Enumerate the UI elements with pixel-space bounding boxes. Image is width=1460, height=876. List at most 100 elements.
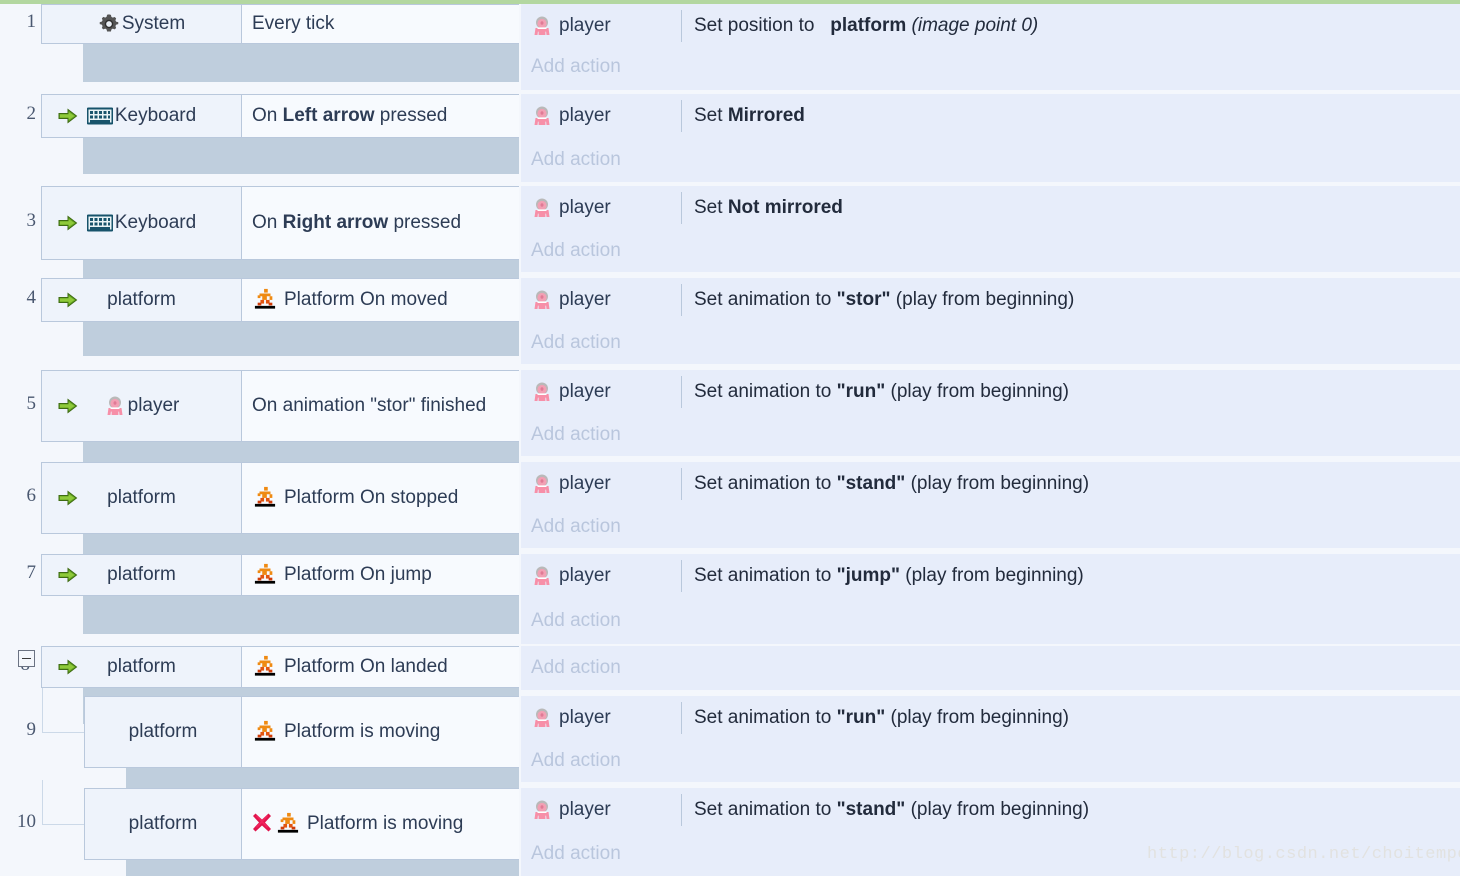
event-action-block[interactable]: player Set animation to "run" (play from…: [521, 696, 1460, 740]
condition-object-label: platform: [128, 813, 198, 834]
event-condition-block[interactable]: Keyboard On Left arrow pressed: [41, 94, 519, 138]
condition-text-cell[interactable]: On Right arrow pressed: [242, 187, 519, 259]
condition-text: On Left arrow pressed: [252, 104, 448, 126]
player-sprite-icon: [531, 707, 553, 729]
event-number: 1: [26, 11, 37, 32]
action-text: Set Mirrored: [694, 105, 805, 126]
condition-object-label: platform: [107, 564, 176, 585]
add-action-row[interactable]: Add action: [521, 506, 1460, 548]
event-number: 9: [26, 719, 37, 740]
green-arrow-icon: [58, 659, 78, 675]
collapse-toggle[interactable]: [18, 650, 35, 667]
event-action-block[interactable]: player Set Mirrored: [521, 94, 1460, 138]
add-action-row[interactable]: Add action: [521, 414, 1460, 456]
condition-text-cell[interactable]: Every tick: [242, 5, 519, 43]
event-condition-block[interactable]: platform Platform is moving: [84, 788, 519, 860]
action-text: Set animation to "jump" (play from begin…: [694, 565, 1084, 586]
condition-object-cell[interactable]: platform: [85, 789, 242, 859]
add-action-row[interactable]: Add action: [521, 138, 1460, 182]
condition-text-cell[interactable]: Platform is moving: [242, 789, 519, 859]
action-object-cell[interactable]: player: [521, 799, 681, 821]
event-action-block[interactable]: player Set Not mirrored: [521, 186, 1460, 230]
condition-object-cell[interactable]: platform: [42, 647, 242, 687]
action-object-cell[interactable]: player: [521, 289, 681, 311]
condition-object-cell[interactable]: player: [42, 371, 242, 441]
player-sprite-icon: [531, 15, 553, 37]
add-action-row[interactable]: Add action: [521, 740, 1460, 782]
condition-object-cell[interactable]: platform: [42, 279, 242, 321]
add-action-row[interactable]: Add action: [521, 598, 1460, 644]
condition-object-cell[interactable]: Keyboard: [42, 187, 242, 259]
condition-text-cell[interactable]: Platform On moved: [242, 279, 519, 321]
player-sprite-icon: [104, 395, 126, 417]
condition-filler: [83, 44, 519, 82]
condition-text-cell[interactable]: Platform On landed: [242, 647, 519, 687]
platform-behavior-icon: [252, 655, 278, 677]
tree-hline: [42, 824, 85, 825]
event-action-block[interactable]: player Set animation to "stand" (play fr…: [521, 788, 1460, 832]
condition-text-cell[interactable]: Platform is moving: [242, 697, 519, 767]
event-arrow-icon: [58, 658, 78, 676]
tree-vline: [42, 688, 43, 732]
action-object-label: player: [559, 473, 611, 494]
condition-text-cell[interactable]: On animation "stor" finished: [242, 371, 519, 441]
add-action-label: Add action: [531, 516, 621, 537]
event-condition-block[interactable]: player On animation "stor" finished: [41, 370, 519, 442]
event-condition-block[interactable]: platform Platform On jump: [41, 554, 519, 596]
condition-object-cell[interactable]: Keyboard: [42, 95, 242, 137]
add-action-label: Add action: [531, 332, 621, 353]
platform-behavior-icon: [275, 812, 301, 834]
add-action-label: Add action: [531, 750, 621, 771]
event-condition-block[interactable]: System Every tick: [41, 4, 519, 44]
action-object-cell[interactable]: player: [521, 381, 681, 403]
action-text: Set animation to "stand" (play from begi…: [694, 799, 1090, 820]
condition-text-cell[interactable]: Platform On jump: [242, 555, 519, 595]
condition-object-cell[interactable]: platform: [42, 463, 242, 533]
action-object-label: player: [559, 565, 611, 586]
event-arrow-icon: [58, 397, 78, 415]
event-condition-block[interactable]: Keyboard On Right arrow pressed: [41, 186, 519, 260]
add-action-label: Add action: [531, 424, 621, 445]
event-condition-block[interactable]: platform Platform On landed: [41, 646, 519, 688]
player-sprite-icon: [531, 197, 553, 219]
event-number: 4: [26, 287, 37, 308]
add-action-row[interactable]: Add action: [521, 44, 1460, 90]
action-object-cell[interactable]: player: [521, 105, 681, 127]
action-object-cell[interactable]: player: [521, 707, 681, 729]
condition-filler: [126, 860, 519, 876]
condition-object-label: platform: [107, 487, 176, 508]
action-object-cell[interactable]: player: [521, 15, 681, 37]
condition-object-label: player: [127, 395, 180, 416]
event-action-block[interactable]: player Set animation to "jump" (play fro…: [521, 554, 1460, 598]
condition-object-cell[interactable]: platform: [42, 555, 242, 595]
tree-vline: [42, 780, 43, 824]
event-action-block[interactable]: player Set position to platform (image p…: [521, 4, 1460, 48]
event-number: 6: [26, 485, 37, 506]
action-object-cell[interactable]: player: [521, 473, 681, 495]
event-action-block[interactable]: player Set animation to "stand" (play fr…: [521, 462, 1460, 506]
event-action-block[interactable]: player Set animation to "stor" (play fro…: [521, 278, 1460, 322]
condition-object-cell[interactable]: System: [42, 5, 242, 43]
condition-text-cell[interactable]: Platform On stopped: [242, 463, 519, 533]
action-object-cell[interactable]: player: [521, 565, 681, 587]
condition-text: Platform On landed: [284, 655, 448, 677]
add-action-row[interactable]: Add action: [521, 322, 1460, 364]
event-condition-block[interactable]: platform Platform On moved: [41, 278, 519, 322]
action-object-label: player: [559, 381, 611, 402]
player-sprite-icon: [531, 565, 553, 587]
add-action-label: Add action: [531, 149, 621, 170]
event-condition-block[interactable]: platform Platform On stopped: [41, 462, 519, 534]
condition-text-cell[interactable]: On Left arrow pressed: [242, 95, 519, 137]
action-object-label: player: [559, 289, 611, 310]
add-action-row[interactable]: Add action: [521, 646, 1460, 690]
event-number: 10: [17, 811, 36, 832]
action-object-label: player: [559, 707, 611, 728]
condition-text: Platform is moving: [284, 720, 441, 742]
event-condition-block[interactable]: platform Platform is moving: [84, 696, 519, 768]
action-object-cell[interactable]: player: [521, 197, 681, 219]
condition-object-cell[interactable]: platform: [85, 697, 242, 767]
condition-text: Platform On moved: [284, 288, 448, 310]
event-action-block[interactable]: player Set animation to "run" (play from…: [521, 370, 1460, 414]
add-action-row[interactable]: Add action: [521, 230, 1460, 272]
player-sprite-icon: [531, 799, 553, 821]
